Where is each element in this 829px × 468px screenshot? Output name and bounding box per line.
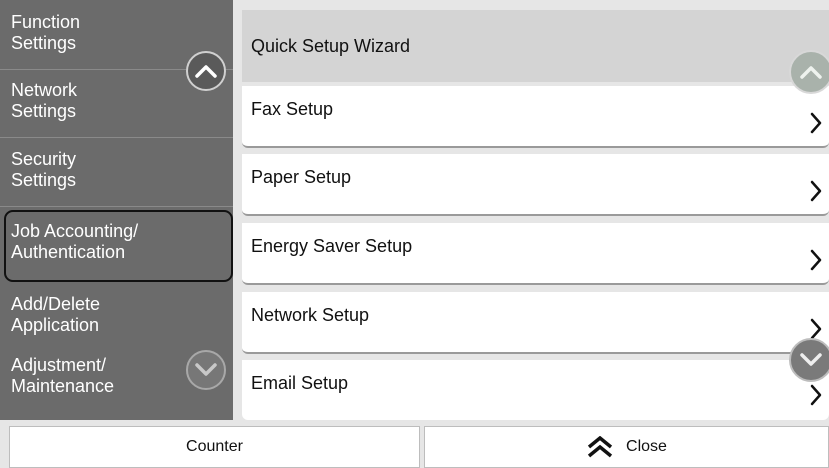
list-item-label: Network Setup xyxy=(251,305,370,325)
chevron-right-icon xyxy=(810,112,822,134)
list-header-label: Quick Setup Wizard xyxy=(251,36,411,56)
list-item-fax-setup[interactable]: Fax Setup xyxy=(242,86,829,148)
bottom-bar: Counter Close xyxy=(0,420,829,468)
list-scroll-up-button[interactable] xyxy=(789,50,829,94)
close-button-label: Close xyxy=(626,438,667,455)
chevron-right-icon xyxy=(810,318,822,340)
chevron-up-icon xyxy=(195,65,217,78)
list-item-label: Energy Saver Setup xyxy=(251,236,413,256)
sidebar-item-label: Add/Delete Application xyxy=(11,294,101,335)
list-item-network-setup[interactable]: Network Setup xyxy=(242,292,829,354)
counter-button[interactable]: Counter xyxy=(9,426,420,468)
chevron-right-icon xyxy=(810,249,822,271)
chevron-up-icon xyxy=(800,66,822,79)
sidebar: Function Settings Network Settings Secur… xyxy=(0,0,233,420)
sidebar-scroll-up-button[interactable] xyxy=(186,51,226,91)
chevron-right-icon xyxy=(810,384,822,406)
chevron-down-icon xyxy=(195,363,217,376)
list-item-email-setup[interactable]: Email Setup xyxy=(242,360,829,420)
list-scroll-down-button[interactable] xyxy=(789,338,829,382)
setup-list-panel: Quick Setup Wizard Fax Setup Paper Setup… xyxy=(233,0,829,420)
counter-button-label: Counter xyxy=(186,438,243,455)
sidebar-item-label: Job Accounting/ Authentication xyxy=(11,221,139,262)
double-chevron-up-icon xyxy=(586,436,614,458)
chevron-right-icon xyxy=(810,180,822,202)
sidebar-item-add-delete-application[interactable]: Add/Delete Application xyxy=(0,284,233,352)
list-item-label: Fax Setup xyxy=(251,99,334,119)
list-header-quick-setup-wizard: Quick Setup Wizard xyxy=(242,10,829,82)
sidebar-item-security-settings[interactable]: Security Settings xyxy=(0,139,233,207)
list-item-energy-saver-setup[interactable]: Energy Saver Setup xyxy=(242,223,829,285)
sidebar-item-label: Function Settings xyxy=(11,12,81,53)
list-item-label: Email Setup xyxy=(251,373,349,393)
sidebar-item-job-accounting[interactable]: Job Accounting/ Authentication xyxy=(4,210,233,282)
list-item-paper-setup[interactable]: Paper Setup xyxy=(242,154,829,216)
chevron-down-icon xyxy=(800,353,822,366)
close-button[interactable]: Close xyxy=(424,426,829,468)
list-item-label: Paper Setup xyxy=(251,167,352,187)
sidebar-scroll-down-button[interactable] xyxy=(186,350,226,390)
sidebar-item-label: Security Settings xyxy=(11,149,77,190)
